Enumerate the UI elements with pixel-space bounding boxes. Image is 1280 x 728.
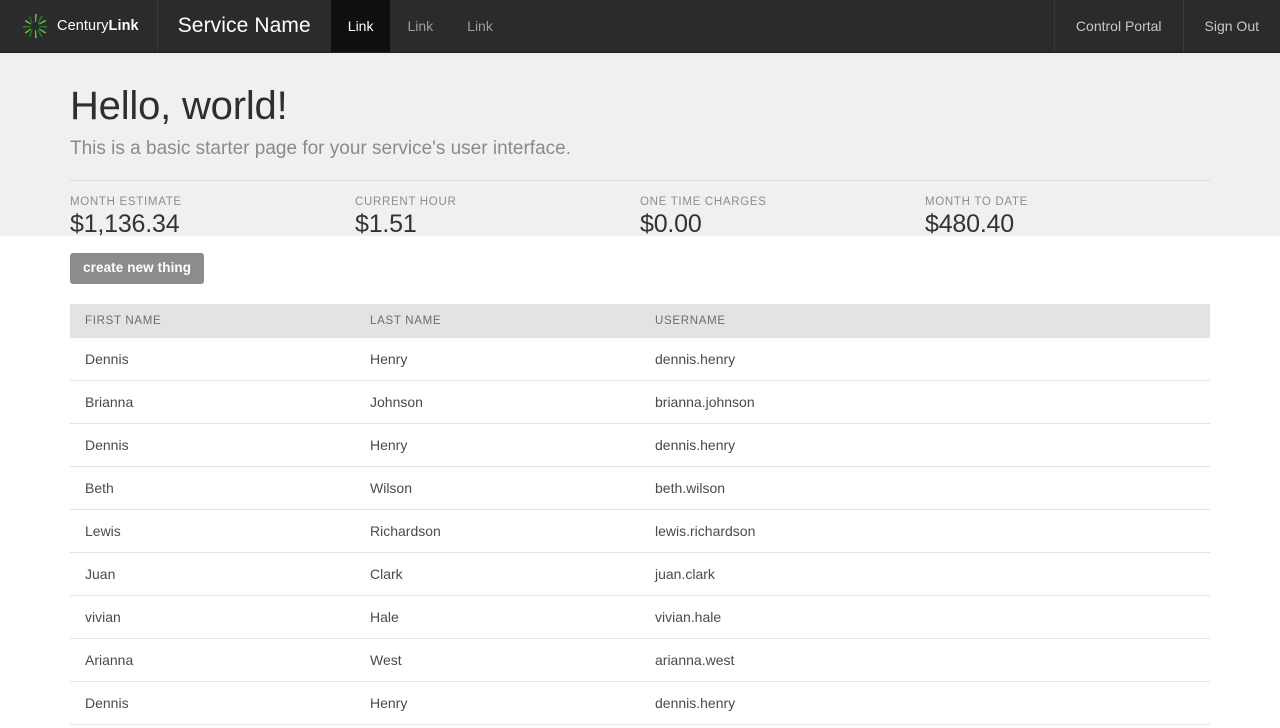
table-row[interactable]: Beth Wilson beth.wilson [70,465,1210,509]
cell-first-name: Brianna [70,379,355,423]
nav-link-2[interactable]: Link [390,0,450,52]
cell-username: vivian.hale [640,594,1210,638]
brand-logo-link[interactable]: CenturyLink [0,0,158,52]
cell-username: arianna.west [640,637,1210,681]
stat-current-hour: CURRENT HOUR $1.51 [355,196,640,239]
cell-last-name: Henry [370,350,408,367]
cell-first-name: Juan [70,551,355,595]
cell-username: dennis.henry [640,680,1210,724]
table-row[interactable]: Dennis Henry dennis.henry [70,338,1210,381]
stat-value: $1,136.34 [70,209,180,238]
stat-month-to-date: MONTH TO DATE $480.40 [925,196,1210,239]
stat-value: $480.40 [925,209,1014,238]
cell-username: dennis.henry [640,422,1210,466]
stat-label: CURRENT HOUR [355,195,457,208]
stats-row: MONTH ESTIMATE $1,136.34 CURRENT HOUR $1… [70,181,1210,239]
table-head: FIRST NAME LAST NAME USERNAME [70,303,1210,338]
main-content: create new thing FIRST NAME LAST NAME US… [0,236,1280,728]
table-row[interactable]: Lewis Richardson lewis.richardson [70,508,1210,552]
cell-last-name: Henry [355,680,640,724]
cell-last-name: Burton [355,723,640,728]
nav-link-3[interactable]: Link [450,0,510,52]
column-header-username[interactable]: USERNAME [640,303,1210,338]
create-new-thing-button[interactable]: create new thing [70,253,205,284]
table-body: Dennis Henry dennis.henry Brianna Johnson bri… [70,338,1210,728]
cell-username: beth.wilson [640,465,1210,509]
top-navbar: CenturyLink Service Name Link Link Link … [0,0,1280,53]
hero-banner: Hello, world! This is a basic starter pa… [0,53,1280,239]
cell-first-name: Luke [70,723,355,728]
column-header-last-name[interactable]: LAST NAME [355,303,640,338]
cell-last-name: Wilson [355,465,640,509]
page-subtitle: This is a basic starter page for your se… [70,138,571,159]
cell-last-name: Hale [355,594,640,638]
table-row[interactable]: Dennis Henry dennis.henry [70,422,1210,466]
cell-first-name: Dennis [85,350,129,367]
table-row[interactable]: vivian Hale vivian.hale [70,594,1210,638]
secondary-nav-links: Control Portal Sign Out [1053,0,1280,52]
page-title: Hello, world! [70,84,288,128]
things-table: FIRST NAME LAST NAME USERNAME Dennis Henr… [70,303,1210,728]
stat-value: $0.00 [640,209,702,238]
cell-username: luke.burton [640,723,1210,728]
table-row[interactable]: Brianna Johnson brianna.johnson [70,379,1210,423]
stat-label: MONTH ESTIMATE [70,195,182,208]
cell-username: juan.clark [640,551,1210,595]
brand-text-bold: Link [108,18,139,34]
stat-value: $1.51 [355,209,417,238]
cell-last-name: Richardson [355,508,640,552]
cell-username: brianna.johnson [640,379,1210,423]
things-table-wrapper: FIRST NAME LAST NAME USERNAME Dennis Henr… [70,303,1210,728]
nav-link-1[interactable]: Link [330,0,391,52]
table-row[interactable]: Juan Clark juan.clark [70,551,1210,595]
nav-link-control-portal[interactable]: Control Portal [1053,0,1183,52]
stat-one-time-charges: ONE TIME CHARGES $0.00 [640,196,925,239]
cell-last-name: Johnson [355,379,640,423]
table-row[interactable]: LukeBurtonluke.burton [70,723,1210,728]
cell-username: lewis.richardson [640,508,1210,552]
primary-nav-links: Link Link Link [330,0,510,52]
cell-first-name: Lewis [70,508,355,552]
brand-wordmark: CenturyLink [57,18,139,34]
brand-text-light: Century [57,18,109,34]
service-name-link[interactable]: Service Name [158,0,331,52]
cell-username: dennis.henry [655,350,736,367]
stat-label: MONTH TO DATE [925,195,1029,208]
cell-first-name: Dennis [70,422,355,466]
stat-label: ONE TIME CHARGES [640,195,767,208]
centurylink-sunburst-logo-icon [23,14,47,38]
cell-first-name: Dennis [70,680,355,724]
table-row[interactable]: Dennis Henry dennis.henry [70,680,1210,724]
cell-first-name: Arianna [70,637,355,681]
cell-last-name: Clark [355,551,640,595]
cell-first-name: Beth [70,465,355,509]
cell-last-name: West [355,637,640,681]
stat-month-estimate: MONTH ESTIMATE $1,136.34 [70,196,355,239]
nav-link-sign-out[interactable]: Sign Out [1182,0,1280,52]
cell-first-name: vivian [70,594,355,638]
table-header-row: FIRST NAME LAST NAME USERNAME [70,303,1210,338]
column-header-first-name[interactable]: FIRST NAME [70,303,355,338]
cell-last-name: Henry [355,422,640,466]
table-row[interactable]: Arianna West arianna.west [70,637,1210,681]
